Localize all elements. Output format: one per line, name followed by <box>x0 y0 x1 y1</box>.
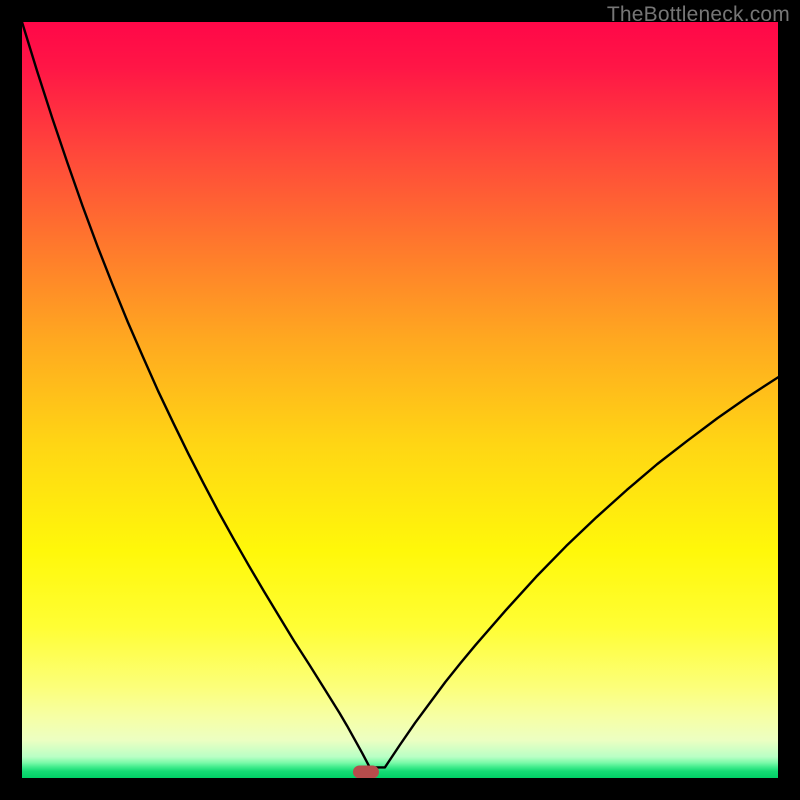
curve-line <box>22 22 778 767</box>
bottleneck-curve <box>22 22 778 767</box>
curve-layer <box>22 22 778 778</box>
watermark-text: TheBottleneck.com <box>607 3 790 27</box>
chart-frame: TheBottleneck.com <box>0 0 800 800</box>
minimum-marker <box>353 765 379 778</box>
marker-pill <box>353 765 379 778</box>
plot-area <box>22 22 778 778</box>
